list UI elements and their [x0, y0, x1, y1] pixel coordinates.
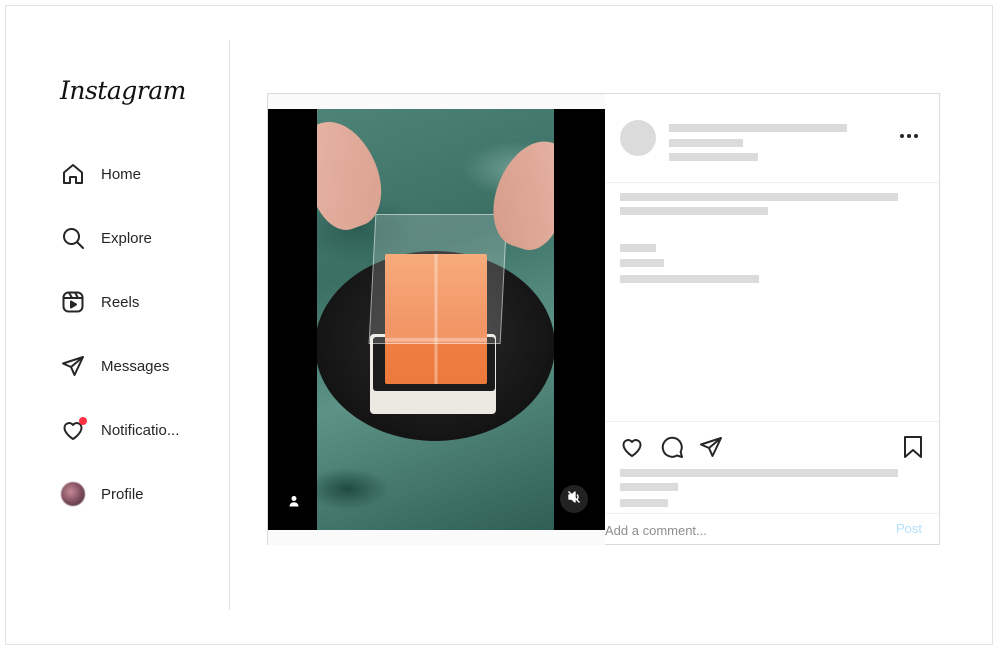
comment-icon — [660, 435, 684, 464]
skeleton-line — [620, 483, 678, 491]
notification-badge — [79, 417, 87, 425]
skeleton-line — [620, 244, 656, 252]
sidebar-item-label: Notificatio... — [101, 421, 180, 439]
user-tag-icon — [288, 494, 300, 512]
post-video[interactable] — [268, 109, 605, 530]
skeleton-line — [669, 124, 847, 132]
reels-icon — [60, 289, 86, 315]
sidebar-item-label: Reels — [101, 293, 140, 311]
sidebar-item-profile[interactable]: Profile — [60, 480, 144, 508]
sidebar-item-notifications[interactable]: Notificatio... — [60, 416, 179, 444]
sidebar-item-label: Explore — [101, 229, 152, 247]
media-bottom-strip — [268, 530, 605, 545]
skeleton-line — [620, 469, 898, 477]
home-icon — [60, 161, 86, 187]
author-avatar-placeholder[interactable] — [620, 120, 656, 156]
sidebar-divider — [229, 40, 230, 610]
like-button[interactable] — [619, 436, 645, 462]
share-button[interactable] — [698, 436, 724, 462]
video-frame — [317, 109, 554, 530]
more-dot — [907, 134, 911, 138]
sidebar: Instagram Home Explore Reels Messages No… — [0, 0, 230, 650]
sidebar-item-label: Profile — [101, 485, 144, 503]
bookmark-icon — [902, 435, 924, 464]
comment-input[interactable] — [605, 520, 885, 540]
heart-icon — [60, 417, 87, 443]
share-icon — [699, 435, 723, 464]
user-tag-button[interactable] — [282, 491, 306, 515]
media-top-strip — [268, 94, 605, 109]
post-card: Post — [267, 93, 940, 545]
sidebar-item-explore[interactable]: Explore — [60, 224, 152, 252]
muted-speaker-icon — [567, 490, 581, 509]
skeleton-line — [620, 259, 664, 267]
plastic-wrap — [368, 214, 508, 344]
mute-button[interactable] — [560, 485, 588, 513]
sidebar-item-label: Home — [101, 165, 142, 183]
skeleton-line — [620, 207, 768, 215]
send-icon — [60, 353, 86, 379]
post-header — [605, 94, 939, 183]
skeleton-line — [620, 499, 668, 507]
more-dot — [914, 134, 918, 138]
heart-icon — [620, 435, 644, 464]
more-icon — [899, 134, 920, 138]
comment-button[interactable] — [659, 436, 685, 462]
instagram-logo[interactable]: Instagram — [60, 76, 186, 105]
sidebar-item-reels[interactable]: Reels — [60, 288, 139, 316]
comment-bar: Post — [605, 513, 939, 544]
skeleton-line — [669, 139, 743, 147]
search-icon — [60, 225, 86, 251]
sidebar-item-messages[interactable]: Messages — [60, 352, 169, 380]
skeleton-line — [620, 275, 759, 283]
post-side-panel: Post — [605, 94, 939, 544]
more-dot — [900, 134, 904, 138]
sidebar-item-label: Messages — [101, 357, 170, 375]
post-comment-button[interactable]: Post — [896, 521, 922, 536]
save-button[interactable] — [900, 435, 926, 464]
profile-icon-wrapper — [60, 481, 86, 507]
skeleton-line — [620, 193, 898, 201]
post-actions — [605, 421, 939, 513]
skeleton-line — [669, 153, 758, 161]
sidebar-item-home[interactable]: Home — [60, 160, 141, 188]
more-options-button[interactable] — [897, 124, 921, 148]
avatar — [61, 482, 85, 506]
